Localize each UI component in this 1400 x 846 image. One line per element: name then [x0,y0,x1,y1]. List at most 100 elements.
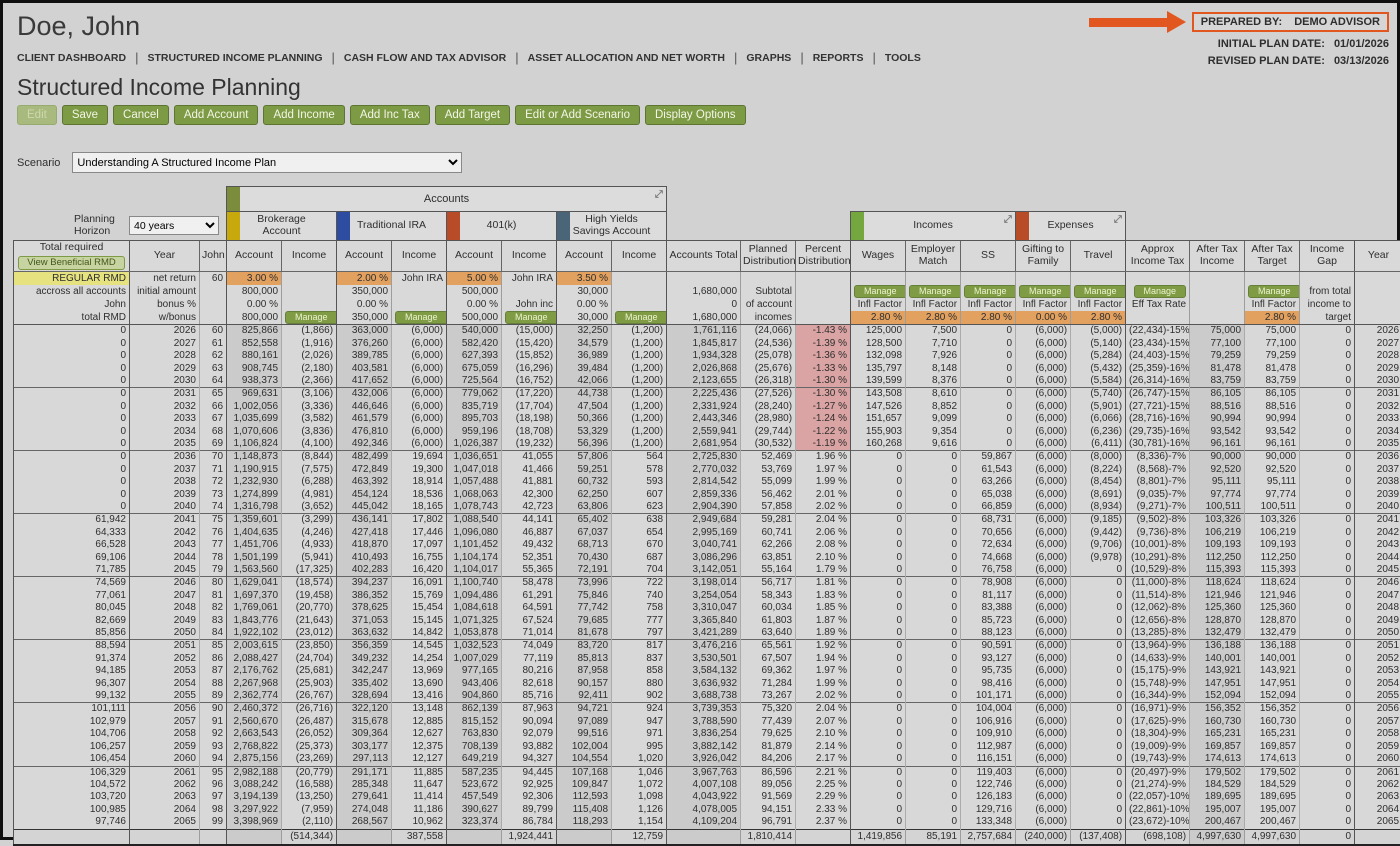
cell-travel: (9,442) [1071,527,1126,539]
prepared-by-label: PREPARED BY: [1201,16,1283,28]
cell-traditional-ira-account: 472,849 [337,464,392,476]
cell-accounts-total: 2,123,655 [667,375,741,388]
cell-percent-distribution: 1.97 % [796,464,851,476]
nav-item-tools[interactable]: TOOLS [885,52,921,64]
cell-brokerage-account: 2,560,670 [227,716,282,728]
nav-item-reports[interactable]: REPORTS [813,52,864,64]
cell-gifting-to-family: (6,000) [1016,451,1071,464]
manage-after-tax-target-button[interactable]: Manage [1248,285,1300,298]
add-income-button[interactable]: Add Income [263,105,344,125]
nav-item-structured-income-planning[interactable]: STRUCTURED INCOME PLANNING [147,52,322,64]
planning-horizon-select[interactable]: 40 years [129,216,219,235]
cell-percent-distribution: -1.33 % [796,363,851,375]
cell-traditional-ira-income: (6,000) [392,325,447,338]
add-target-button[interactable]: Add Target [435,105,510,125]
cell-year-right: 2037 [1355,464,1400,476]
cell-accounts-total: 1,680,000 [667,285,741,298]
cell-brokerage-income: (3,299) [282,514,337,527]
cell-year-right: 2044 [1355,552,1400,564]
cell-total-required: 74,569 [14,577,130,590]
edit-button[interactable]: Edit [17,105,57,125]
manage-gifting-to-family-button[interactable]: Manage [1019,285,1071,298]
plan-info-block: PREPARED BY: DEMO ADVISOR INITIAL PLAN D… [1089,11,1389,67]
manage-brokerage-income-button[interactable]: Manage [285,311,337,324]
collapse-expenses-icon[interactable] [1113,214,1123,228]
cell-after-tax-target: 184,529 [1245,779,1300,791]
cell-brokerage-account: 3,398,969 [227,816,282,829]
cell-high-yield-savings-account: 65,402 [557,514,612,527]
cell-wages: 0 [851,501,906,514]
cell-401k-account: 523,672 [447,779,502,791]
cell-high-yield-savings-account: 34,579 [557,338,612,350]
manage-employer-match-button[interactable]: Manage [909,285,961,298]
add-account-button[interactable]: Add Account [174,105,259,125]
nav-item-graphs[interactable]: GRAPHS [746,52,791,64]
cell-traditional-ira-account: 463,392 [337,476,392,488]
cell-year-right: 2040 [1355,501,1400,514]
cell-accounts-total: 3,530,501 [667,653,741,665]
cancel-button[interactable]: Cancel [113,105,169,125]
cell-john-age: 80 [200,577,227,590]
cell-approx-income-tax: (26,747)-15% [1126,388,1190,401]
cell-year-right: 2050 [1355,627,1400,640]
cell-total-required: 0 [14,401,130,413]
nav-item-client-dashboard[interactable]: CLIENT DASHBOARD [17,52,126,64]
cell-after-tax-target: 90,000 [1245,451,1300,464]
cell-401k-account: 904,860 [447,690,502,703]
nav-item-asset-allocation-and-net-worth[interactable]: ASSET ALLOCATION AND NET WORTH [528,52,725,64]
cell-travel: 0 [1071,577,1126,590]
cell-wages: Manage [851,285,906,298]
cell-wages: 0 [851,577,906,590]
cell-percent-distribution: 1.87 % [796,615,851,627]
nav-item-cash-flow-and-tax-advisor[interactable]: CASH FLOW AND TAX ADVISOR [344,52,506,64]
cell-percent-distribution: 2.14 % [796,741,851,753]
manage-401k-income-button[interactable]: Manage [505,311,557,324]
cell-employer-match: Manage [906,285,961,298]
cell-gifting-to-family: Manage [1016,285,1071,298]
cell-year: 2064 [130,804,200,816]
cell-traditional-ira-income: 14,545 [392,640,447,653]
cell-year-right: 2038 [1355,476,1400,488]
display-options-button[interactable]: Display Options [645,105,746,125]
manage-wages-button[interactable]: Manage [854,285,906,298]
manage-traditional-ira-income-button[interactable]: Manage [395,311,447,324]
cell-after-tax-income: 4,997,630 [1190,829,1245,845]
cell-total-required: 101,111 [14,703,130,716]
cell-traditional-ira-income: 11,885 [392,766,447,779]
cell-total-required: 0 [14,325,130,338]
manage-travel-button[interactable]: Manage [1074,285,1126,298]
manage-approx-income-tax-button[interactable]: Manage [1134,285,1187,298]
save-button[interactable]: Save [62,105,108,125]
cell-traditional-ira-account: 335,402 [337,678,392,690]
manage-high-yield-savings-income-button[interactable]: Manage [615,311,667,324]
cell-year: net return [130,272,200,286]
cell-ss: 63,266 [961,476,1016,488]
cell-john-age: 79 [200,564,227,577]
cell-401k-account: 1,068,063 [447,489,502,501]
cell-wages: 0 [851,678,906,690]
cell-approx-income-tax: (30,781)-16% [1126,438,1190,451]
cell-year-right: 2063 [1355,791,1400,803]
scenario-select[interactable]: Understanding A Structured Income Plan [72,152,462,173]
edit-or-add-scenario-button[interactable]: Edit or Add Scenario [515,105,640,125]
add-inc-tax-button[interactable]: Add Inc Tax [350,105,430,125]
cell-wages: 139,599 [851,375,906,388]
cell-year: w/bonus [130,311,200,325]
cell-401k-income: 49,432 [502,539,557,551]
cell-after-tax-target: Manage [1245,285,1300,298]
cell-year-right: 2031 [1355,388,1400,401]
cell-approx-income-tax: (8,336)-7% [1126,451,1190,464]
cell-brokerage-account: 2,362,774 [227,690,282,703]
cell-brokerage-income: (7,575) [282,464,337,476]
group-header-row-1: Accounts [14,187,1400,212]
cell-high-yield-savings-income: 1,126 [612,804,667,816]
cell-travel: (8,224) [1071,464,1126,476]
collapse-incomes-icon[interactable] [1003,214,1013,228]
manage-ss-button[interactable]: Manage [964,285,1016,298]
view-beneficial-rmd-button[interactable]: View Beneficial RMD [18,256,125,270]
collapse-accounts-icon[interactable] [654,189,664,202]
cell-401k-income: 1,924,441 [502,829,557,845]
cell-after-tax-income: 103,326 [1190,514,1245,527]
cell-after-tax-target [1245,272,1300,286]
cell-year-right: 2049 [1355,615,1400,627]
